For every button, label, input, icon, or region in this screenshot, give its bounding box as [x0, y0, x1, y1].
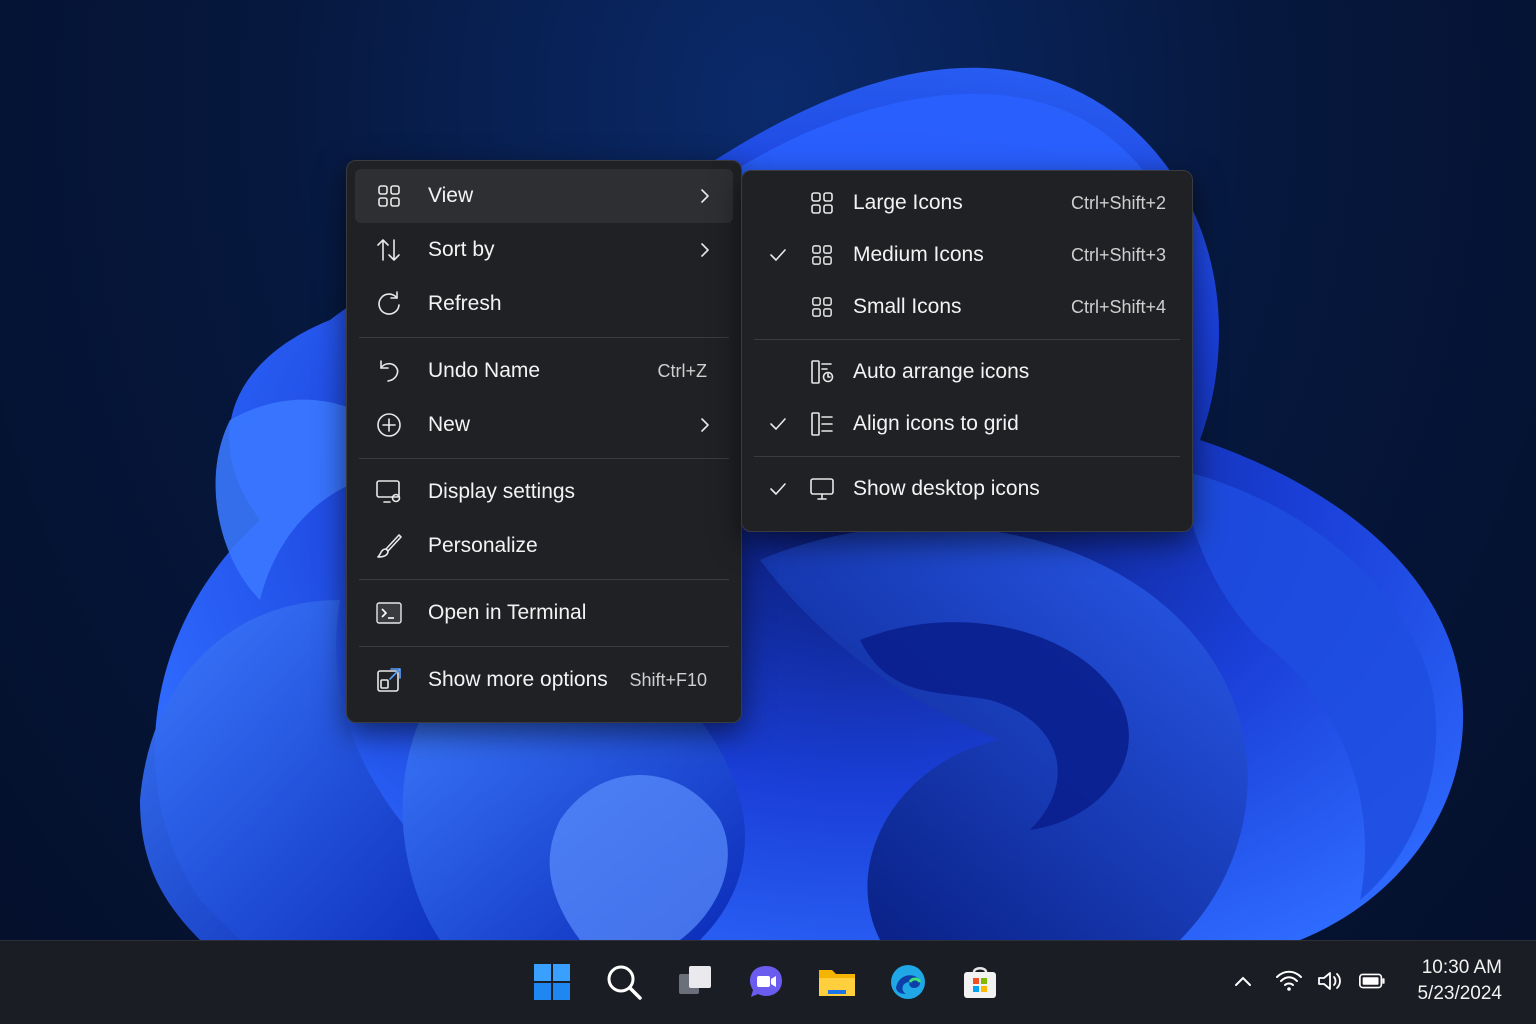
chevron-right-icon — [701, 418, 709, 432]
menu-item-label: Show more options — [428, 668, 608, 691]
display-settings-icon — [375, 478, 403, 506]
grid-icon — [808, 189, 836, 217]
show-hidden-icons-button[interactable] — [1229, 967, 1257, 995]
clock[interactable]: 10:30 AM 5/23/2024 — [1417, 955, 1502, 1007]
menu-separator — [359, 458, 729, 459]
submenu-item-label: Auto arrange icons — [853, 360, 1030, 383]
menu-separator — [754, 339, 1180, 340]
submenu-item-auto-arrange-icons[interactable]: Auto arrange icons — [750, 346, 1184, 398]
clock-date: 5/23/2024 — [1417, 983, 1502, 1004]
chevron-right-icon — [701, 243, 709, 257]
submenu-item-label: Show desktop icons — [853, 477, 1040, 500]
store-icon — [964, 967, 996, 998]
search-button[interactable] — [599, 957, 649, 1007]
menu-item-sort-by[interactable]: Sort by — [355, 223, 733, 277]
checkmark-icon — [770, 418, 786, 430]
menu-item-show-more-options[interactable]: Show more options Shift+F10 — [355, 653, 733, 707]
submenu-item-label: Small Icons — [853, 295, 962, 318]
menu-item-new[interactable]: New — [355, 398, 733, 452]
chevron-up-icon — [1235, 976, 1251, 986]
menu-separator — [359, 579, 729, 580]
taskbar: 10:30 AM 5/23/2024 — [0, 940, 1536, 1024]
clock-time: 10:30 AM — [1421, 957, 1502, 978]
submenu-item-label: Align icons to grid — [853, 412, 1019, 435]
chevron-right-icon — [701, 189, 709, 203]
submenu-item-label: Large Icons — [853, 191, 963, 214]
desktop-context-menu: View Sort by Refresh Undo Name Ctrl+Z Ne… — [346, 160, 742, 723]
checkmark-icon — [770, 249, 786, 261]
edge-icon — [891, 965, 925, 999]
menu-separator — [359, 337, 729, 338]
submenu-item-label: Medium Icons — [853, 243, 984, 266]
menu-item-label: Personalize — [428, 534, 538, 557]
start-button[interactable] — [527, 957, 577, 1007]
edge-button[interactable] — [883, 957, 933, 1007]
menu-separator — [754, 456, 1180, 457]
windows-start-icon — [534, 964, 570, 1000]
menu-item-label: New — [428, 413, 471, 436]
menu-item-view[interactable]: View — [355, 169, 733, 223]
submenu-item-shortcut: Ctrl+Shift+2 — [1070, 192, 1166, 213]
volume-button[interactable] — [1316, 967, 1344, 995]
file-explorer-icon — [819, 970, 855, 996]
battery-icon — [1359, 973, 1385, 989]
submenu-item-small-icons[interactable]: Small Icons Ctrl+Shift+4 — [750, 281, 1184, 333]
chat-button[interactable] — [741, 957, 791, 1007]
undo-icon — [375, 357, 403, 385]
menu-item-label: View — [428, 184, 474, 207]
sort-icon — [375, 236, 403, 264]
refresh-icon — [375, 290, 403, 318]
submenu-item-shortcut: Ctrl+Shift+3 — [1070, 244, 1166, 265]
plus-circle-icon — [375, 411, 403, 439]
grid-icon — [808, 293, 836, 321]
store-button[interactable] — [955, 957, 1005, 1007]
menu-item-label: Sort by — [428, 238, 495, 261]
file-explorer-button[interactable] — [812, 957, 862, 1007]
grid-icon — [375, 182, 403, 210]
brush-icon — [375, 532, 403, 560]
task-view-button[interactable] — [670, 957, 720, 1007]
align-grid-icon — [808, 410, 836, 438]
menu-item-display-settings[interactable]: Display settings — [355, 465, 733, 519]
auto-arrange-icon — [808, 358, 836, 386]
task-view-icon — [679, 966, 711, 994]
menu-item-personalize[interactable]: Personalize — [355, 519, 733, 573]
submenu-item-shortcut: Ctrl+Shift+4 — [1070, 296, 1166, 317]
more-options-icon — [375, 666, 403, 694]
submenu-item-align-icons-to-grid[interactable]: Align icons to grid — [750, 398, 1184, 450]
submenu-item-show-desktop-icons[interactable]: Show desktop icons — [750, 463, 1184, 515]
menu-item-shortcut: Ctrl+Z — [657, 360, 708, 381]
submenu-item-large-icons[interactable]: Large Icons Ctrl+Shift+2 — [750, 177, 1184, 229]
volume-icon — [1318, 972, 1341, 990]
submenu-item-medium-icons[interactable]: Medium Icons Ctrl+Shift+3 — [750, 229, 1184, 281]
menu-item-undo-name[interactable]: Undo Name Ctrl+Z — [355, 344, 733, 398]
menu-item-label: Display settings — [428, 480, 576, 503]
menu-item-open-in-terminal[interactable]: Open in Terminal — [355, 586, 733, 640]
chat-icon — [750, 966, 782, 997]
network-button[interactable] — [1275, 967, 1303, 995]
wifi-icon — [1276, 970, 1302, 991]
grid-icon — [808, 241, 836, 269]
search-icon — [607, 965, 642, 1000]
terminal-icon — [375, 599, 403, 627]
view-submenu: Large Icons Ctrl+Shift+2 Medium Icons Ct… — [741, 170, 1193, 532]
menu-item-label: Refresh — [428, 292, 502, 315]
menu-item-shortcut: Shift+F10 — [629, 669, 707, 690]
menu-item-refresh[interactable]: Refresh — [355, 277, 733, 331]
menu-item-label: Open in Terminal — [428, 601, 587, 624]
monitor-icon — [808, 475, 836, 503]
battery-button[interactable] — [1358, 967, 1386, 995]
menu-item-label: Undo Name — [428, 359, 541, 382]
checkmark-icon — [770, 483, 786, 495]
menu-separator — [359, 646, 729, 647]
